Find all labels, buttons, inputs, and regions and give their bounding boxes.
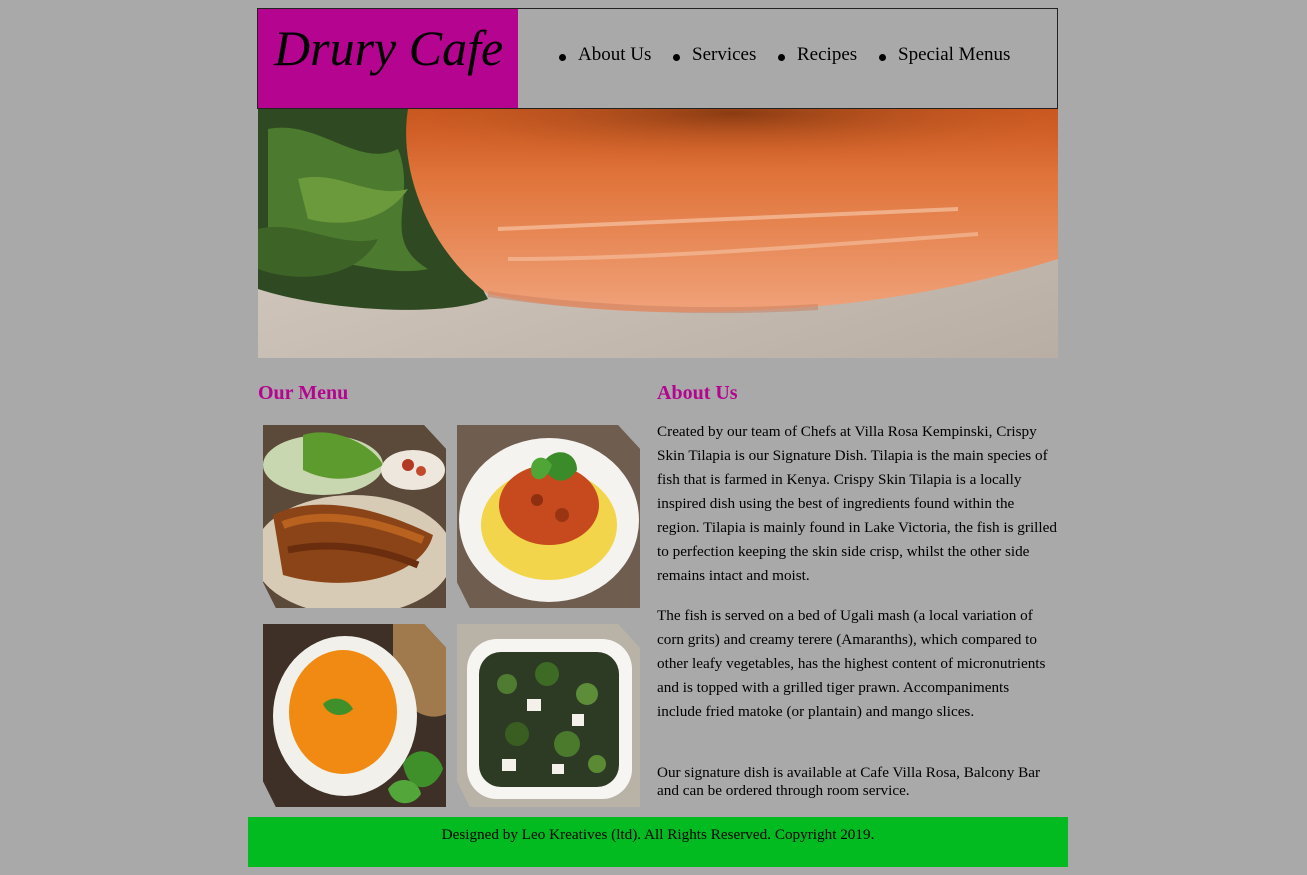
site-footer: Designed by Leo Kreatives (ltd). All Rig… [248,817,1068,867]
nav-item-services[interactable]: Services [672,44,756,66]
menu-image-pumpkin-soup[interactable] [263,624,446,807]
nav-item-special-menus[interactable]: Special Menus [878,44,1010,66]
menu-title: Our Menu [258,382,349,404]
footer-copyright: Designed by Leo Kreatives (ltd). All Rig… [441,826,875,843]
menu-image-grilled-chicken[interactable] [263,425,446,608]
hero-image [258,109,1058,358]
nav-item-about-us[interactable]: About Us [558,44,651,66]
about-paragraph: The fish is served on a bed of Ugali mas… [657,607,1046,720]
logo-text[interactable]: Drury Cafe [274,19,503,77]
about-paragraph: Created by our team of Chefs at Villa Ro… [657,423,1057,584]
logo-block[interactable]: Drury Cafe [258,9,518,108]
about-title: About Us [657,382,738,404]
nav-item-recipes[interactable]: Recipes [777,44,857,66]
site-header: Drury Cafe About Us Services Recipes Spe… [257,8,1058,109]
menu-image-spaghetti[interactable] [457,425,640,608]
about-paragraph: Our signature dish is available at Cafe … [657,764,1041,799]
menu-image-salad[interactable] [457,624,640,807]
